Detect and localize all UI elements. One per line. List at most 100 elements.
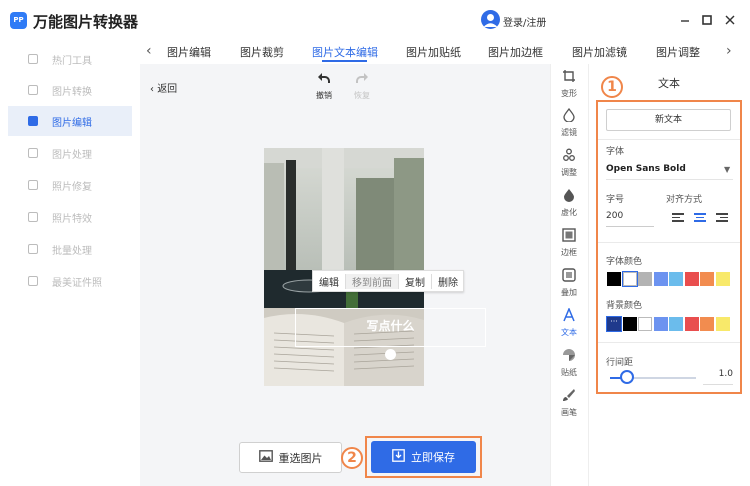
filter-icon bbox=[551, 107, 587, 126]
tool-border[interactable]: 边框 bbox=[551, 228, 587, 258]
image-icon bbox=[258, 450, 273, 465]
divider bbox=[598, 342, 740, 343]
tab-image-border[interactable]: 图片加边框 bbox=[488, 44, 543, 60]
maximize-icon[interactable] bbox=[701, 13, 713, 27]
sidebar-item-label: 热门工具 bbox=[52, 55, 92, 67]
sticker-icon bbox=[551, 348, 587, 366]
align-left-icon[interactable] bbox=[672, 213, 684, 223]
undo-button[interactable]: 撤销 bbox=[313, 71, 335, 101]
tool-blur[interactable]: 虚化 bbox=[551, 188, 587, 218]
tool-overlay[interactable]: 叠加 bbox=[551, 268, 587, 298]
sidebar-item-hot-tools[interactable]: 热门工具 bbox=[8, 44, 132, 74]
bg-color-swatch[interactable] bbox=[622, 317, 637, 331]
tab-image-crop[interactable]: 图片裁剪 bbox=[240, 44, 284, 60]
edit-icon bbox=[28, 116, 38, 126]
align-center-icon[interactable] bbox=[694, 213, 706, 223]
save-now-button[interactable]: 立即保存 bbox=[371, 441, 476, 473]
bg-color-swatch[interactable] bbox=[653, 317, 668, 331]
tab-image-filter[interactable]: 图片加滤镜 bbox=[572, 44, 627, 60]
overlay-icon bbox=[551, 268, 587, 286]
minimize-icon[interactable] bbox=[679, 13, 691, 27]
redo-button[interactable]: 恢复 bbox=[351, 71, 373, 101]
bg-color-swatch[interactable] bbox=[700, 317, 714, 331]
divider bbox=[598, 139, 740, 140]
font-color-swatch[interactable] bbox=[700, 272, 714, 286]
tab-image-sticker[interactable]: 图片加贴纸 bbox=[406, 44, 461, 60]
sidebar-item-id-photo[interactable]: 最美证件照 bbox=[8, 266, 132, 296]
bg-color-swatch[interactable] bbox=[638, 317, 652, 331]
new-text-button[interactable]: 新文本 bbox=[606, 109, 731, 131]
tool-transform[interactable]: 变形 bbox=[551, 69, 587, 99]
redo-label: 恢复 bbox=[354, 91, 370, 100]
font-select[interactable]: Open Sans Bold bbox=[606, 164, 733, 180]
sidebar-item-label: 图片转换 bbox=[52, 86, 92, 98]
download-icon bbox=[392, 449, 405, 465]
tool-brush[interactable]: 画笔 bbox=[551, 388, 587, 418]
tool-label: 文本 bbox=[561, 328, 577, 337]
bg-color-swatch[interactable] bbox=[669, 317, 683, 331]
bg-color-swatch[interactable]: ··· bbox=[606, 316, 622, 332]
tool-label: 变形 bbox=[561, 89, 577, 98]
font-color-swatch[interactable] bbox=[638, 272, 652, 286]
sidebar-item-label: 批量处理 bbox=[52, 245, 92, 257]
sidebar-item-edit[interactable]: 图片编辑 bbox=[8, 106, 132, 136]
convert-icon bbox=[28, 85, 38, 95]
tab-image-edit[interactable]: 图片编辑 bbox=[167, 44, 211, 60]
font-color-swatch[interactable] bbox=[684, 272, 699, 286]
transform-icon bbox=[551, 69, 587, 87]
context-edit-button[interactable]: 编辑 bbox=[313, 273, 346, 289]
font-color-swatch[interactable] bbox=[621, 271, 638, 287]
step-badge-2: 2 bbox=[341, 447, 363, 469]
bg-color-swatch[interactable] bbox=[684, 317, 699, 331]
size-label: 字号 bbox=[606, 195, 625, 205]
reselect-image-button[interactable]: 重选图片 bbox=[239, 442, 342, 473]
font-color-swatch[interactable] bbox=[607, 272, 621, 286]
border-icon bbox=[551, 228, 587, 246]
tab-image-text-edit[interactable]: 图片文本编辑 bbox=[312, 44, 378, 60]
tool-text[interactable]: 文本 bbox=[551, 307, 587, 338]
sidebar-item-process[interactable]: 图片处理 bbox=[8, 138, 132, 168]
tool-adjust[interactable]: 调整 bbox=[551, 148, 587, 178]
user-avatar-icon[interactable] bbox=[481, 10, 500, 29]
context-copy-button[interactable]: 复制 bbox=[399, 273, 432, 289]
hot-tools-icon bbox=[28, 54, 38, 64]
align-right-icon[interactable] bbox=[716, 213, 728, 223]
app-logo-icon: PP bbox=[10, 12, 27, 29]
adjust-icon bbox=[551, 148, 587, 166]
sidebar-item-convert[interactable]: 图片转换 bbox=[8, 75, 132, 105]
sidebar-item-repair[interactable]: 照片修复 bbox=[8, 170, 132, 200]
sidebar-item-batch[interactable]: 批量处理 bbox=[8, 234, 132, 264]
tool-filter[interactable]: 滤镜 bbox=[551, 107, 587, 138]
tab-image-adjust[interactable]: 图片调整 bbox=[656, 44, 700, 60]
tool-sticker[interactable]: 贴纸 bbox=[551, 348, 587, 378]
chevron-left-icon[interactable]: ‹ bbox=[146, 43, 152, 59]
font-color-swatch[interactable] bbox=[715, 272, 730, 286]
close-icon[interactable] bbox=[724, 13, 736, 27]
sidebar-item-label: 最美证件照 bbox=[52, 277, 102, 289]
edited-photo[interactable] bbox=[264, 148, 424, 386]
tool-label: 画笔 bbox=[561, 408, 577, 417]
reselect-image-label: 重选图片 bbox=[278, 451, 323, 465]
bg-color-swatch[interactable] bbox=[715, 317, 730, 331]
sidebar-item-label: 照片修复 bbox=[52, 181, 92, 193]
rotate-handle[interactable] bbox=[385, 349, 396, 360]
line-spacing-value[interactable]: 1.0 bbox=[703, 369, 733, 385]
text-icon bbox=[551, 307, 587, 326]
batch-icon bbox=[28, 244, 38, 254]
font-size-input[interactable]: 200 bbox=[606, 211, 654, 227]
context-delete-button[interactable]: 删除 bbox=[432, 274, 464, 289]
sidebar: 热门工具 图片转换 图片编辑 图片处理 照片修复 照片特效 批量处理 最美证件照 bbox=[0, 42, 140, 486]
font-color-swatch[interactable] bbox=[669, 272, 683, 286]
login-register-link[interactable]: 登录/注册 bbox=[503, 14, 546, 29]
font-color-swatch[interactable] bbox=[653, 272, 668, 286]
chevron-right-icon[interactable]: › bbox=[726, 43, 732, 59]
text-box-content[interactable]: 写点什么 bbox=[295, 317, 486, 334]
context-bring-front-button[interactable]: 移到前面 bbox=[346, 273, 399, 289]
caret-down-icon[interactable]: ▼ bbox=[724, 165, 730, 174]
line-spacing-label: 行间距 bbox=[606, 358, 634, 368]
sidebar-item-effects[interactable]: 照片特效 bbox=[8, 202, 132, 232]
align-label: 对齐方式 bbox=[666, 195, 703, 205]
active-tab-indicator bbox=[322, 60, 367, 62]
back-link[interactable]: ‹ 返回 bbox=[150, 80, 177, 95]
tool-label: 贴纸 bbox=[561, 368, 577, 377]
